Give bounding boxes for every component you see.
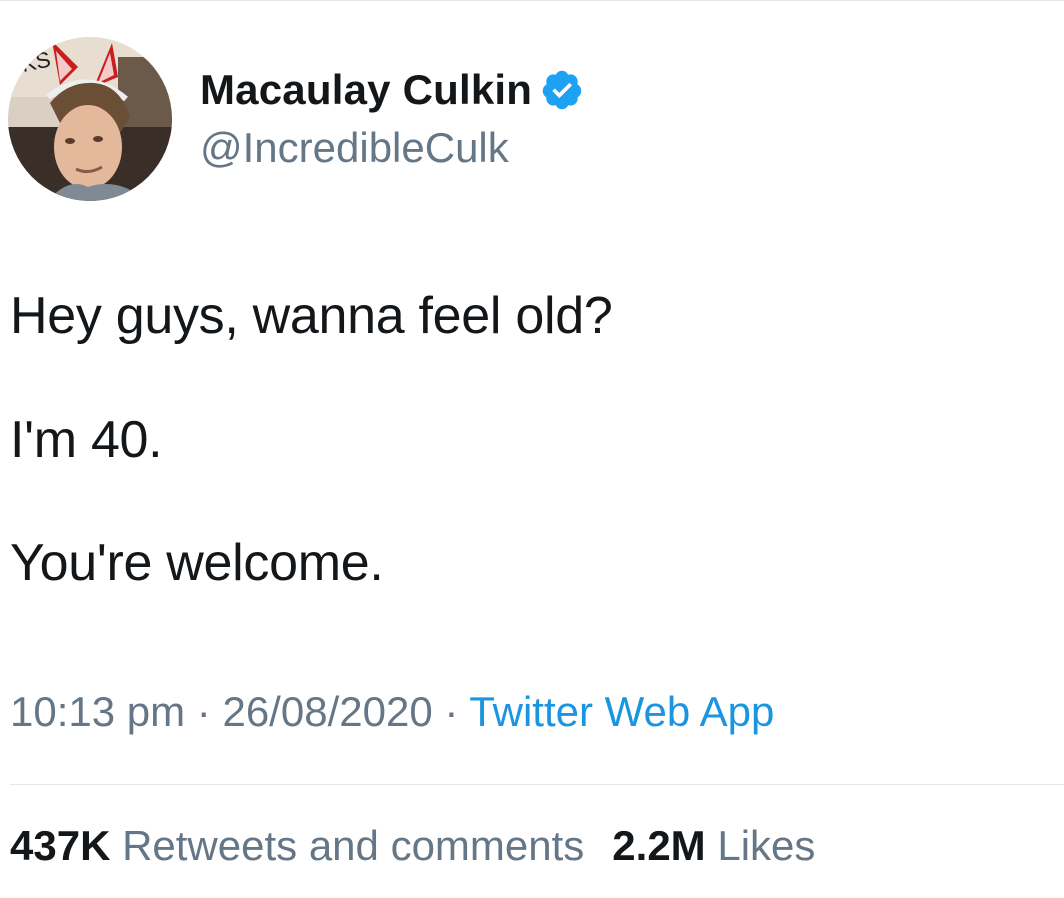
tweet-text-line-2: I'm 40. bbox=[10, 411, 163, 469]
tweet-meta: 10:13 pm · 26/08/2020 · Twitter Web App bbox=[10, 688, 774, 736]
stats-divider bbox=[10, 784, 1064, 785]
avatar[interactable]: KS bbox=[8, 37, 172, 201]
avatar-image: KS bbox=[8, 37, 172, 201]
retweets-count: 437K bbox=[10, 822, 111, 869]
meta-separator-2: · bbox=[444, 688, 459, 735]
tweet-text-line-3: You're welcome. bbox=[10, 534, 384, 592]
tweet-text-line-1: Hey guys, wanna feel old? bbox=[10, 287, 613, 345]
tweet-time[interactable]: 10:13 pm bbox=[10, 688, 185, 735]
tweet-source-link[interactable]: Twitter Web App bbox=[469, 688, 774, 735]
top-divider bbox=[0, 0, 1064, 1]
author-display-name[interactable]: Macaulay Culkin bbox=[200, 66, 532, 114]
tweet-stats: 437K Retweets and comments 2.2M Likes bbox=[10, 822, 815, 870]
tweet-date[interactable]: 26/08/2020 bbox=[222, 688, 432, 735]
verified-badge-icon bbox=[540, 68, 584, 112]
likes-count: 2.2M bbox=[612, 822, 706, 869]
retweets-label: Retweets and comments bbox=[122, 822, 585, 869]
meta-separator-1: · bbox=[196, 688, 211, 735]
author-name-row[interactable]: Macaulay Culkin bbox=[200, 64, 584, 116]
retweets-stat[interactable]: 437K Retweets and comments bbox=[10, 822, 584, 869]
likes-stat[interactable]: 2.2M Likes bbox=[612, 822, 815, 869]
author-handle[interactable]: @IncredibleCulk bbox=[200, 124, 509, 172]
likes-label: Likes bbox=[717, 822, 816, 869]
